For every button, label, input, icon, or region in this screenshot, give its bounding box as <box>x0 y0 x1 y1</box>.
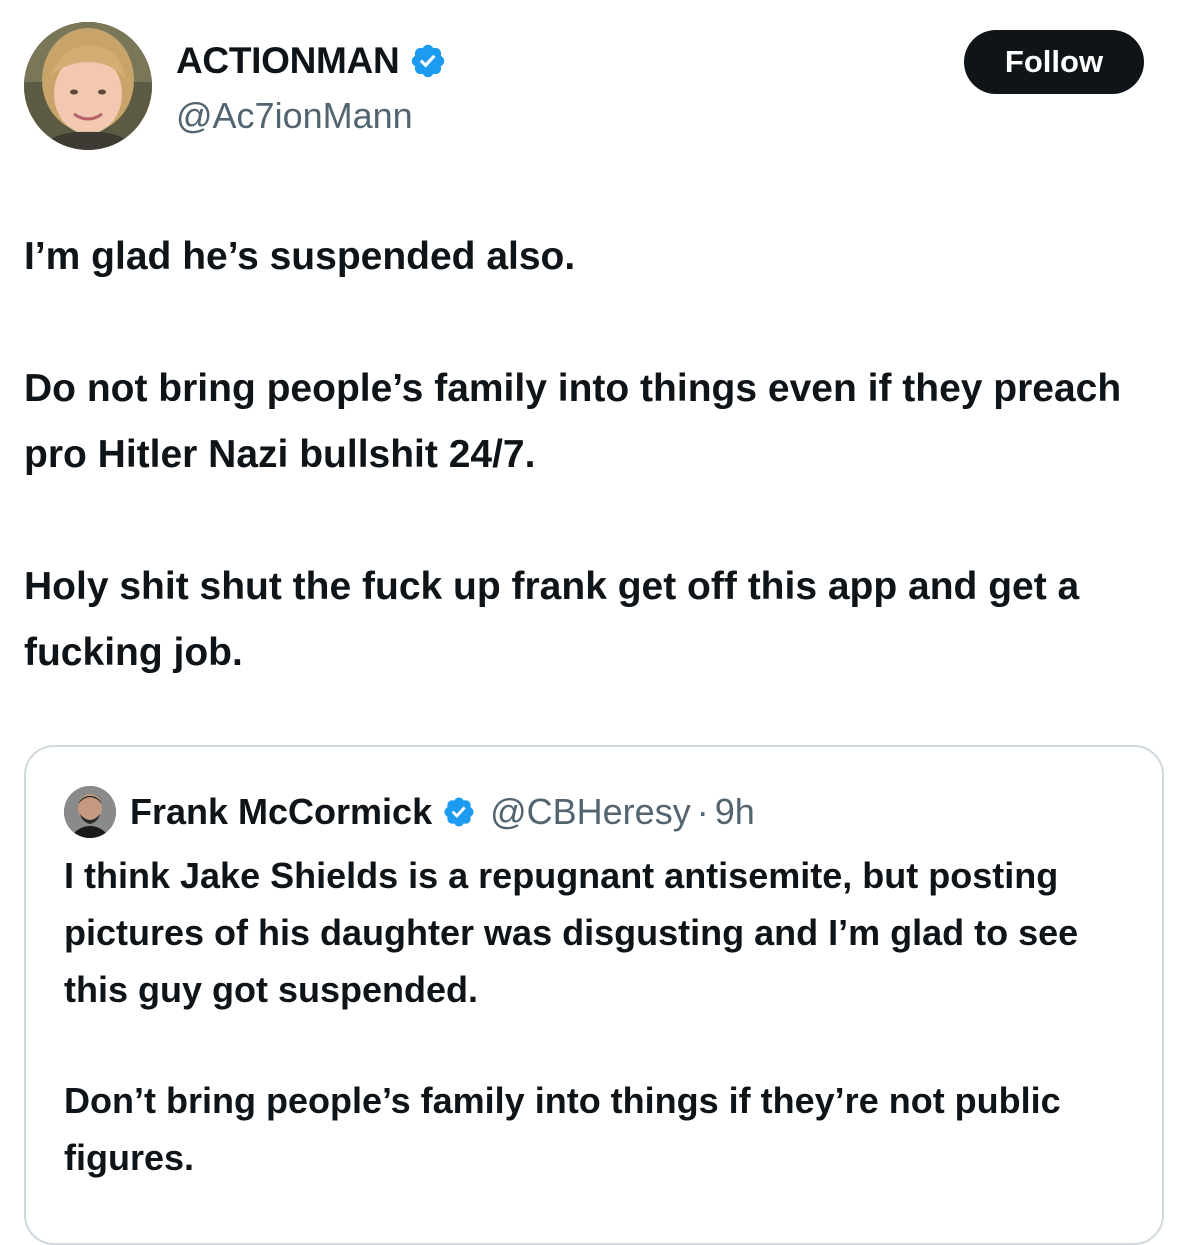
tweet-text: I’m glad he’s suspended also. Do not bri… <box>24 224 1164 686</box>
quoted-tweet-paragraph: Don’t bring people’s family into things … <box>64 1080 1061 1178</box>
author-avatar[interactable] <box>24 22 152 150</box>
author-handle[interactable]: @Ac7ionMann <box>176 90 447 142</box>
author-display-name[interactable]: ACTIONMAN <box>176 36 400 86</box>
display-name-row: ACTIONMAN <box>176 36 447 86</box>
quoted-author-display-name[interactable]: Frank McCormick <box>130 791 432 833</box>
tweet-paragraph: I’m glad he’s suspended also. <box>24 235 576 278</box>
quoted-tweet-timestamp[interactable]: 9h <box>715 791 755 833</box>
tweet-header: ACTIONMAN @Ac7ionMann Follow <box>24 22 1144 152</box>
tweet-paragraph: Holy shit shut the fuck up frank get off… <box>24 565 1080 674</box>
quoted-author-handle[interactable]: @CBHeresy <box>490 791 691 833</box>
follow-button[interactable]: Follow <box>964 30 1144 94</box>
quoted-tweet-paragraph: I think Jake Shields is a repugnant anti… <box>64 855 1079 1010</box>
quoted-tweet-card[interactable]: Frank McCormick @CBHeresy · 9h I think J… <box>24 745 1164 1245</box>
verified-badge-icon[interactable] <box>442 795 476 829</box>
quoted-author-avatar[interactable] <box>64 786 116 838</box>
verified-badge-icon[interactable] <box>409 42 447 80</box>
author-names: ACTIONMAN @Ac7ionMann <box>176 36 447 142</box>
tweet-paragraph: Do not bring people’s family into things… <box>24 367 1122 476</box>
separator-dot: · <box>696 791 709 832</box>
quoted-tweet-text: I think Jake Shields is a repugnant anti… <box>64 847 1134 1186</box>
quoted-tweet-header: Frank McCormick @CBHeresy · 9h <box>64 785 755 839</box>
